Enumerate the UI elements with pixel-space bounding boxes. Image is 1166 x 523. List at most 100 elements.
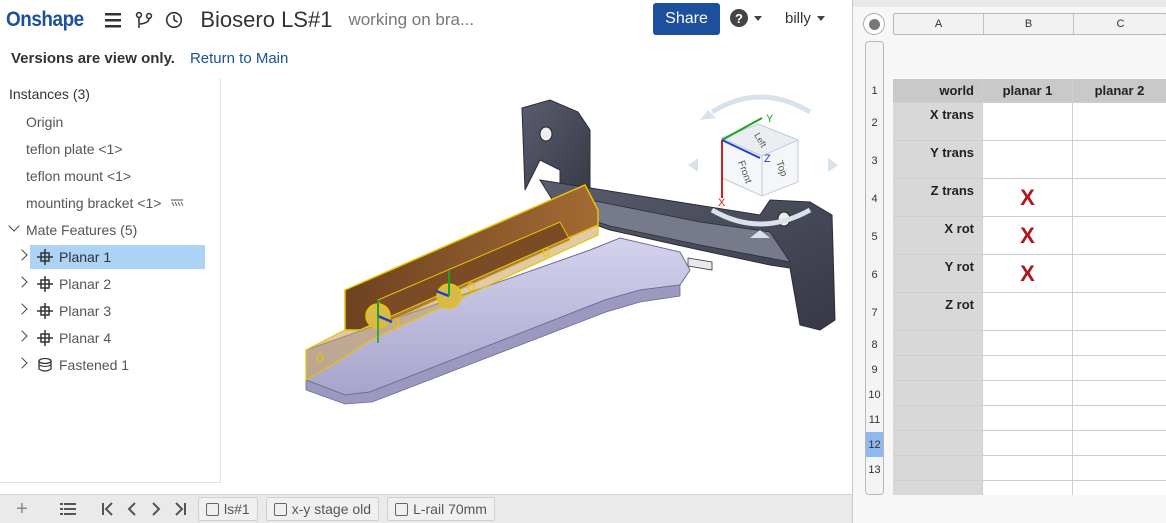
column-header-c[interactable]: C [1074, 14, 1166, 34]
row-header[interactable]: 13 [866, 457, 883, 482]
help-icon[interactable]: ? [730, 9, 748, 27]
cell-a1[interactable]: world [893, 79, 983, 103]
chevron-down-icon[interactable] [8, 220, 20, 232]
cell-b9[interactable] [983, 356, 1073, 381]
cell-a5[interactable]: X rot [893, 217, 983, 255]
cell-c5[interactable] [1073, 217, 1166, 255]
mate-planar-2[interactable]: Planar 2 [37, 276, 111, 292]
cell-a7[interactable]: Z rot [893, 293, 983, 331]
cell-a10[interactable] [893, 381, 983, 406]
previous-tab-icon[interactable] [122, 499, 142, 519]
chevron-right-icon[interactable] [16, 276, 28, 288]
cell-a11[interactable] [893, 406, 983, 431]
cell-b13[interactable] [983, 456, 1073, 481]
cell-a14[interactable] [893, 481, 983, 495]
cell-b10[interactable] [983, 381, 1073, 406]
cell-a8[interactable] [893, 331, 983, 356]
document-title[interactable]: Biosero LS#1 [200, 7, 332, 33]
column-header-a[interactable]: A [894, 14, 984, 34]
return-to-main-link[interactable]: Return to Main [190, 50, 288, 67]
first-tab-icon[interactable] [98, 499, 118, 519]
instance-mounting-bracket[interactable]: mounting bracket <1> [26, 195, 184, 211]
row-header[interactable]: 5 [866, 218, 883, 256]
chevron-right-icon[interactable] [16, 303, 28, 315]
next-tab-icon[interactable] [146, 499, 166, 519]
cell-c10[interactable] [1073, 381, 1166, 406]
cell-c13[interactable] [1073, 456, 1166, 481]
user-menu[interactable]: billy [785, 10, 825, 27]
row-header[interactable]: 7 [866, 294, 883, 332]
cell-b1[interactable]: planar 1 [983, 79, 1073, 103]
cell-c2[interactable] [1073, 103, 1166, 141]
cell-b6[interactable]: X [983, 255, 1073, 293]
branch-icon[interactable] [134, 10, 154, 30]
column-header-b[interactable]: B [984, 14, 1074, 34]
add-tab-icon[interactable]: + [12, 498, 32, 520]
chevron-right-icon[interactable] [16, 357, 28, 369]
cell-a4[interactable]: Z trans [893, 179, 983, 217]
instances-header[interactable]: Instances (3) [9, 86, 90, 102]
cell-c4[interactable] [1073, 179, 1166, 217]
instance-teflon-mount[interactable]: teflon mount <1> [26, 168, 131, 184]
row-header[interactable]: 8 [866, 332, 883, 357]
row-header-column: 1 2 3 4 5 6 7 8 9 10 11 12 13 [865, 41, 884, 495]
last-tab-icon[interactable] [170, 499, 190, 519]
mate-fastened-1[interactable]: Fastened 1 [37, 357, 129, 373]
cell-b11[interactable] [983, 406, 1073, 431]
row-header-active[interactable]: 12 [866, 432, 883, 457]
row-header[interactable]: 2 [866, 104, 883, 142]
cell-b5[interactable]: X [983, 217, 1073, 255]
onshape-logo[interactable]: Onshape [6, 8, 84, 32]
chevron-right-icon[interactable] [16, 249, 28, 261]
cell-c11[interactable] [1073, 406, 1166, 431]
cell-c8[interactable] [1073, 331, 1166, 356]
row-header[interactable]: 4 [866, 180, 883, 218]
tab-list-icon[interactable] [58, 499, 78, 519]
cell-a6[interactable]: Y rot [893, 255, 983, 293]
cell-b7[interactable] [983, 293, 1073, 331]
chevron-right-icon[interactable] [16, 330, 28, 342]
cell-b4[interactable]: X [983, 179, 1073, 217]
menu-icon[interactable] [104, 10, 124, 30]
axis-z-label: Z [764, 153, 771, 165]
instance-origin[interactable]: Origin [26, 114, 63, 130]
document-description[interactable]: working on bra... [348, 10, 474, 30]
spreadsheet-grid[interactable]: world planar 1 planar 2 X trans Y trans … [893, 79, 1166, 495]
cell-c14[interactable] [1073, 481, 1166, 495]
cell-c9[interactable] [1073, 356, 1166, 381]
row-header[interactable]: 3 [866, 142, 883, 180]
instance-teflon-plate[interactable]: teflon plate <1> [26, 141, 123, 157]
mate-planar-4[interactable]: Planar 4 [37, 330, 111, 346]
row-header[interactable]: 9 [866, 357, 883, 382]
cell-c1[interactable]: planar 2 [1073, 79, 1166, 103]
cell-b8[interactable] [983, 331, 1073, 356]
cell-b12[interactable] [983, 431, 1073, 456]
mate-planar-3[interactable]: Planar 3 [37, 303, 111, 319]
help-menu[interactable]: ? [730, 9, 762, 27]
cell-c12[interactable] [1073, 431, 1166, 456]
version-message: Versions are view only. [11, 49, 175, 67]
tab-l-rail-70mm[interactable]: L-rail 70mm [387, 497, 495, 521]
share-button[interactable]: Share [653, 3, 720, 35]
history-clock-icon[interactable] [164, 10, 184, 30]
row-header[interactable]: 11 [866, 407, 883, 432]
mate-planar-1[interactable]: Planar 1 [37, 249, 111, 265]
tab-xy-stage-old[interactable]: x-y stage old [265, 497, 380, 521]
cell-c7[interactable] [1073, 293, 1166, 331]
cell-a2[interactable]: X trans [893, 103, 983, 141]
cell-c6[interactable] [1073, 255, 1166, 293]
select-all-button[interactable] [863, 13, 885, 35]
cell-b3[interactable] [983, 141, 1073, 179]
cell-a3[interactable]: Y trans [893, 141, 983, 179]
cell-b2[interactable] [983, 103, 1073, 141]
cell-c3[interactable] [1073, 141, 1166, 179]
cell-a9[interactable] [893, 356, 983, 381]
mate-features-group[interactable]: Mate Features (5) [26, 222, 137, 238]
row-header[interactable]: 6 [866, 256, 883, 294]
row-header[interactable]: 10 [866, 382, 883, 407]
cell-a12[interactable] [893, 431, 983, 456]
tab-assembly-ls1[interactable]: ls#1 [198, 497, 258, 521]
cell-a13[interactable] [893, 456, 983, 481]
cell-b14[interactable] [983, 481, 1073, 495]
row-header[interactable]: 1 [866, 79, 883, 103]
